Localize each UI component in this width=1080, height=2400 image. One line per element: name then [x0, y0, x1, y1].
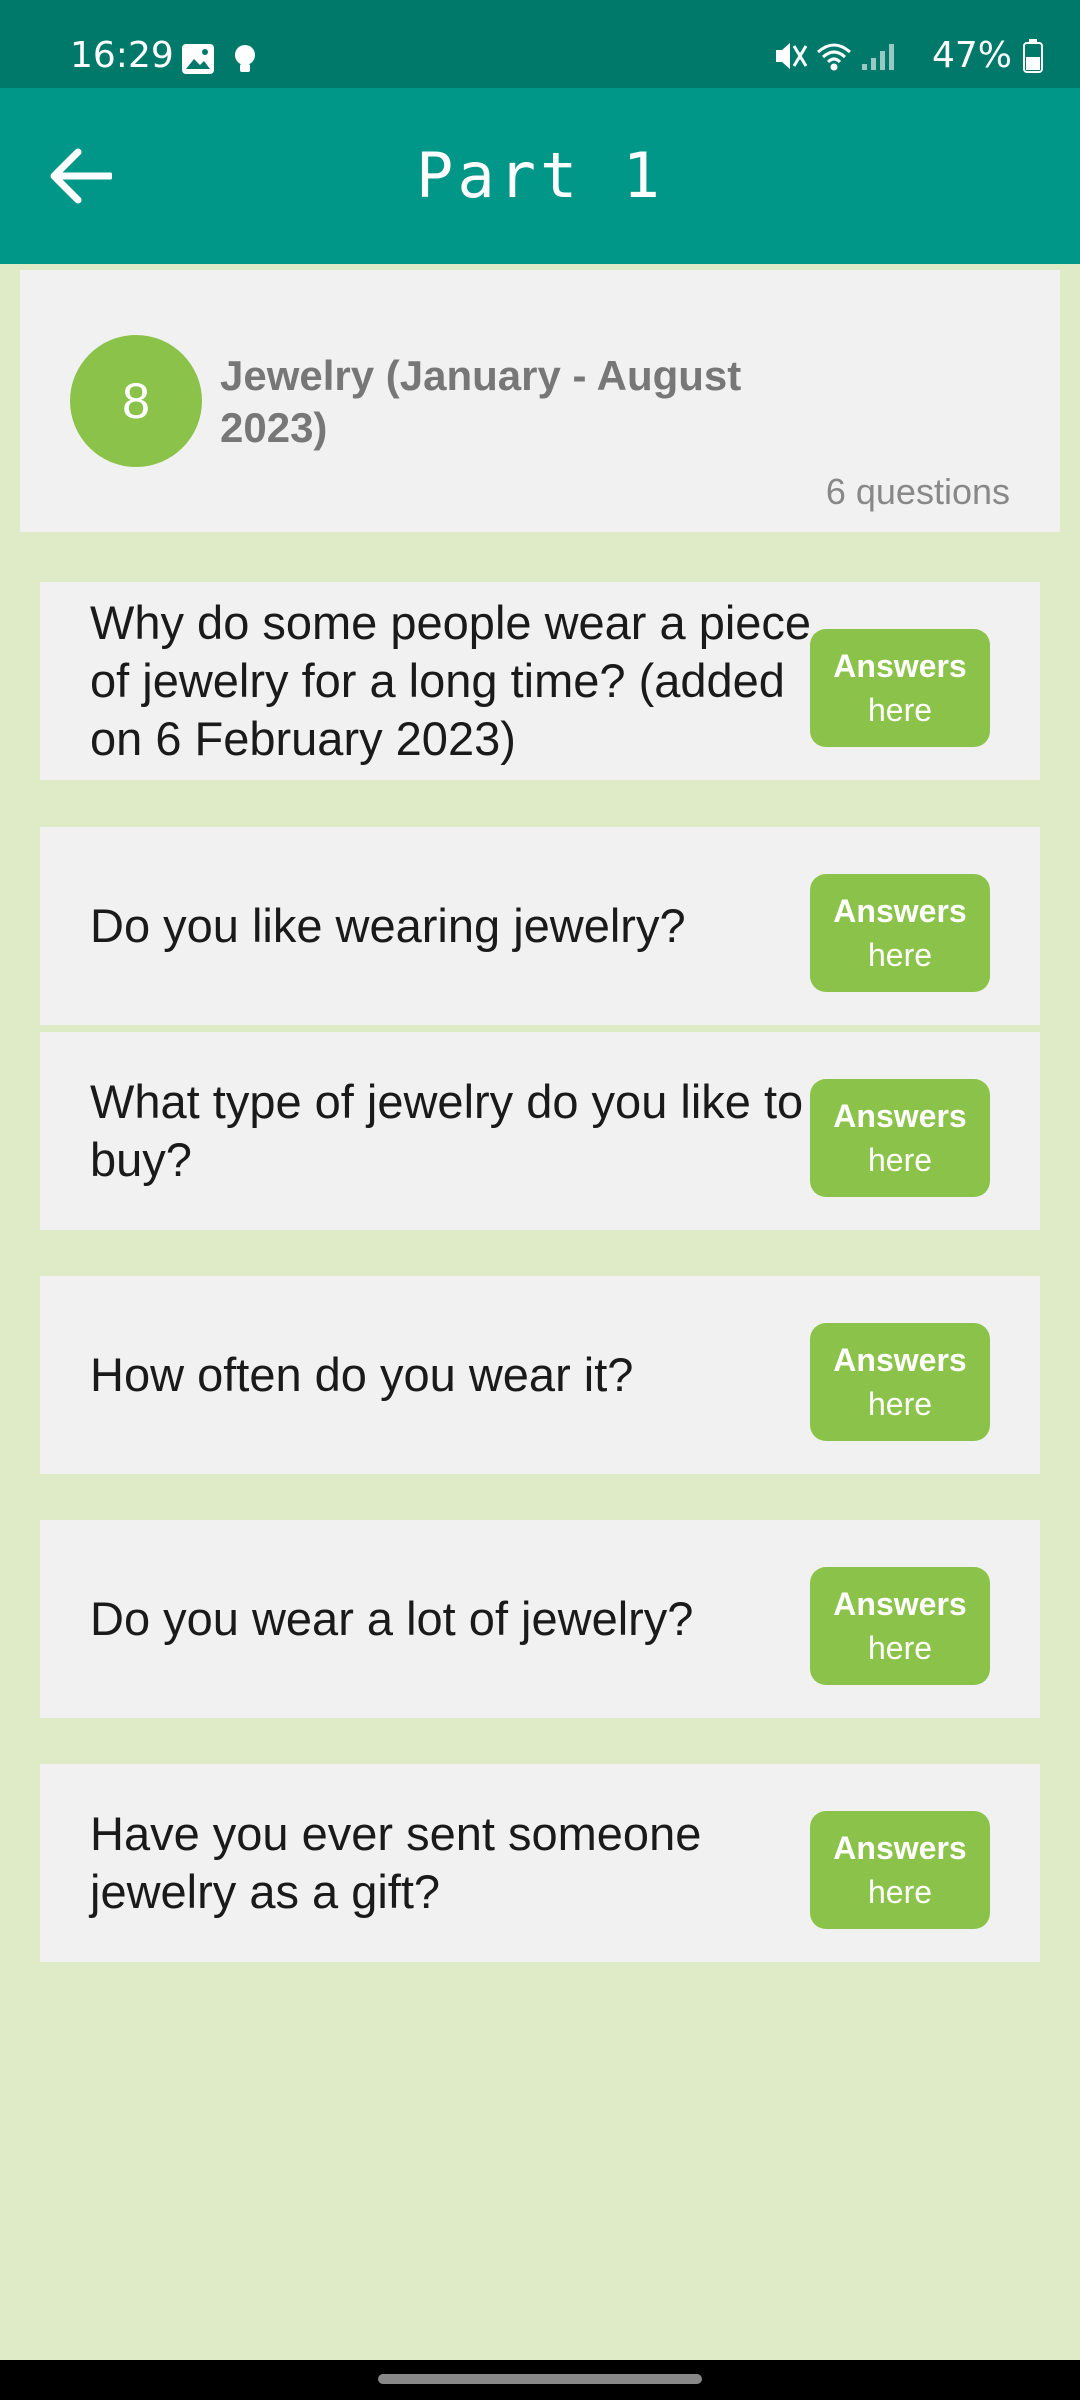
answers-here-button[interactable]: Answers here	[810, 1323, 990, 1441]
answers-here-button[interactable]: Answers here	[810, 1567, 990, 1685]
question-card: How often do you wear it? Answers here	[40, 1276, 1040, 1474]
question-card: Have you ever sent someone jewelry as a …	[40, 1764, 1040, 1962]
status-time: 16:29	[70, 35, 174, 76]
question-card: Do you wear a lot of jewelry? Answers he…	[40, 1520, 1040, 1718]
answers-button-sublabel: here	[867, 692, 933, 728]
answers-button-label: Answers	[833, 648, 967, 684]
question-card: Do you like wearing jewelry? Answers her…	[40, 827, 1040, 1025]
answers-button-label: Answers	[833, 1586, 967, 1622]
question-text: Do you like wearing jewelry?	[90, 899, 686, 952]
image-icon	[182, 44, 255, 74]
answers-button-sublabel: here	[867, 1142, 933, 1178]
answers-button-label: Answers	[833, 1830, 967, 1866]
answers-button-sublabel: here	[867, 1386, 933, 1422]
question-text: Do you wear a lot of jewelry?	[90, 1592, 694, 1645]
page-title: Part 1	[416, 139, 664, 212]
question-text: Have you ever sent someone jewelry as a …	[90, 1807, 702, 1918]
answers-button-sublabel: here	[867, 1630, 933, 1666]
question-text: How often do you wear it?	[90, 1348, 634, 1401]
wifi-icon	[816, 43, 851, 71]
lightbulb-icon	[235, 45, 255, 72]
question-card: Why do some people wear a piece of jewel…	[40, 582, 1040, 780]
signal-icon	[861, 44, 894, 70]
battery-percent: 47%	[931, 35, 1012, 76]
status-bar: 16:29 47%	[0, 0, 1080, 88]
topic-header-card: 8 Jewelry (January - August 2023) 6 ques…	[20, 270, 1060, 532]
topic-number-badge: 8	[70, 335, 202, 467]
question-card: What type of jewelry do you like to buy?…	[40, 1032, 1040, 1230]
answers-button-sublabel: here	[867, 937, 933, 973]
answers-here-button[interactable]: Answers here	[810, 874, 990, 992]
answers-button-label: Answers	[833, 893, 967, 929]
home-gesture-handle[interactable]	[378, 2374, 702, 2384]
answers-here-button[interactable]: Answers here	[810, 1811, 990, 1929]
answers-here-button[interactable]: Answers here	[810, 629, 990, 747]
system-nav-bar	[0, 2360, 1080, 2400]
question-count: 6 questions	[825, 471, 1010, 512]
answers-button-label: Answers	[833, 1098, 967, 1134]
answers-here-button[interactable]: Answers here	[810, 1079, 990, 1197]
answers-button-label: Answers	[833, 1342, 967, 1378]
question-text: What type of jewelry do you like to buy?	[90, 1075, 804, 1186]
answers-button-sublabel: here	[867, 1874, 933, 1910]
battery-icon	[1023, 39, 1043, 73]
app-bar: Part 1	[0, 88, 1080, 264]
status-icons-right: 47%	[772, 36, 1044, 76]
status-icons-left	[180, 42, 270, 78]
question-text: Why do some people wear a piece of jewel…	[90, 596, 812, 765]
topic-title: Jewelry (January - August 2023)	[220, 352, 742, 451]
connectivity-icons	[775, 43, 894, 71]
mute-icon	[775, 43, 808, 69]
